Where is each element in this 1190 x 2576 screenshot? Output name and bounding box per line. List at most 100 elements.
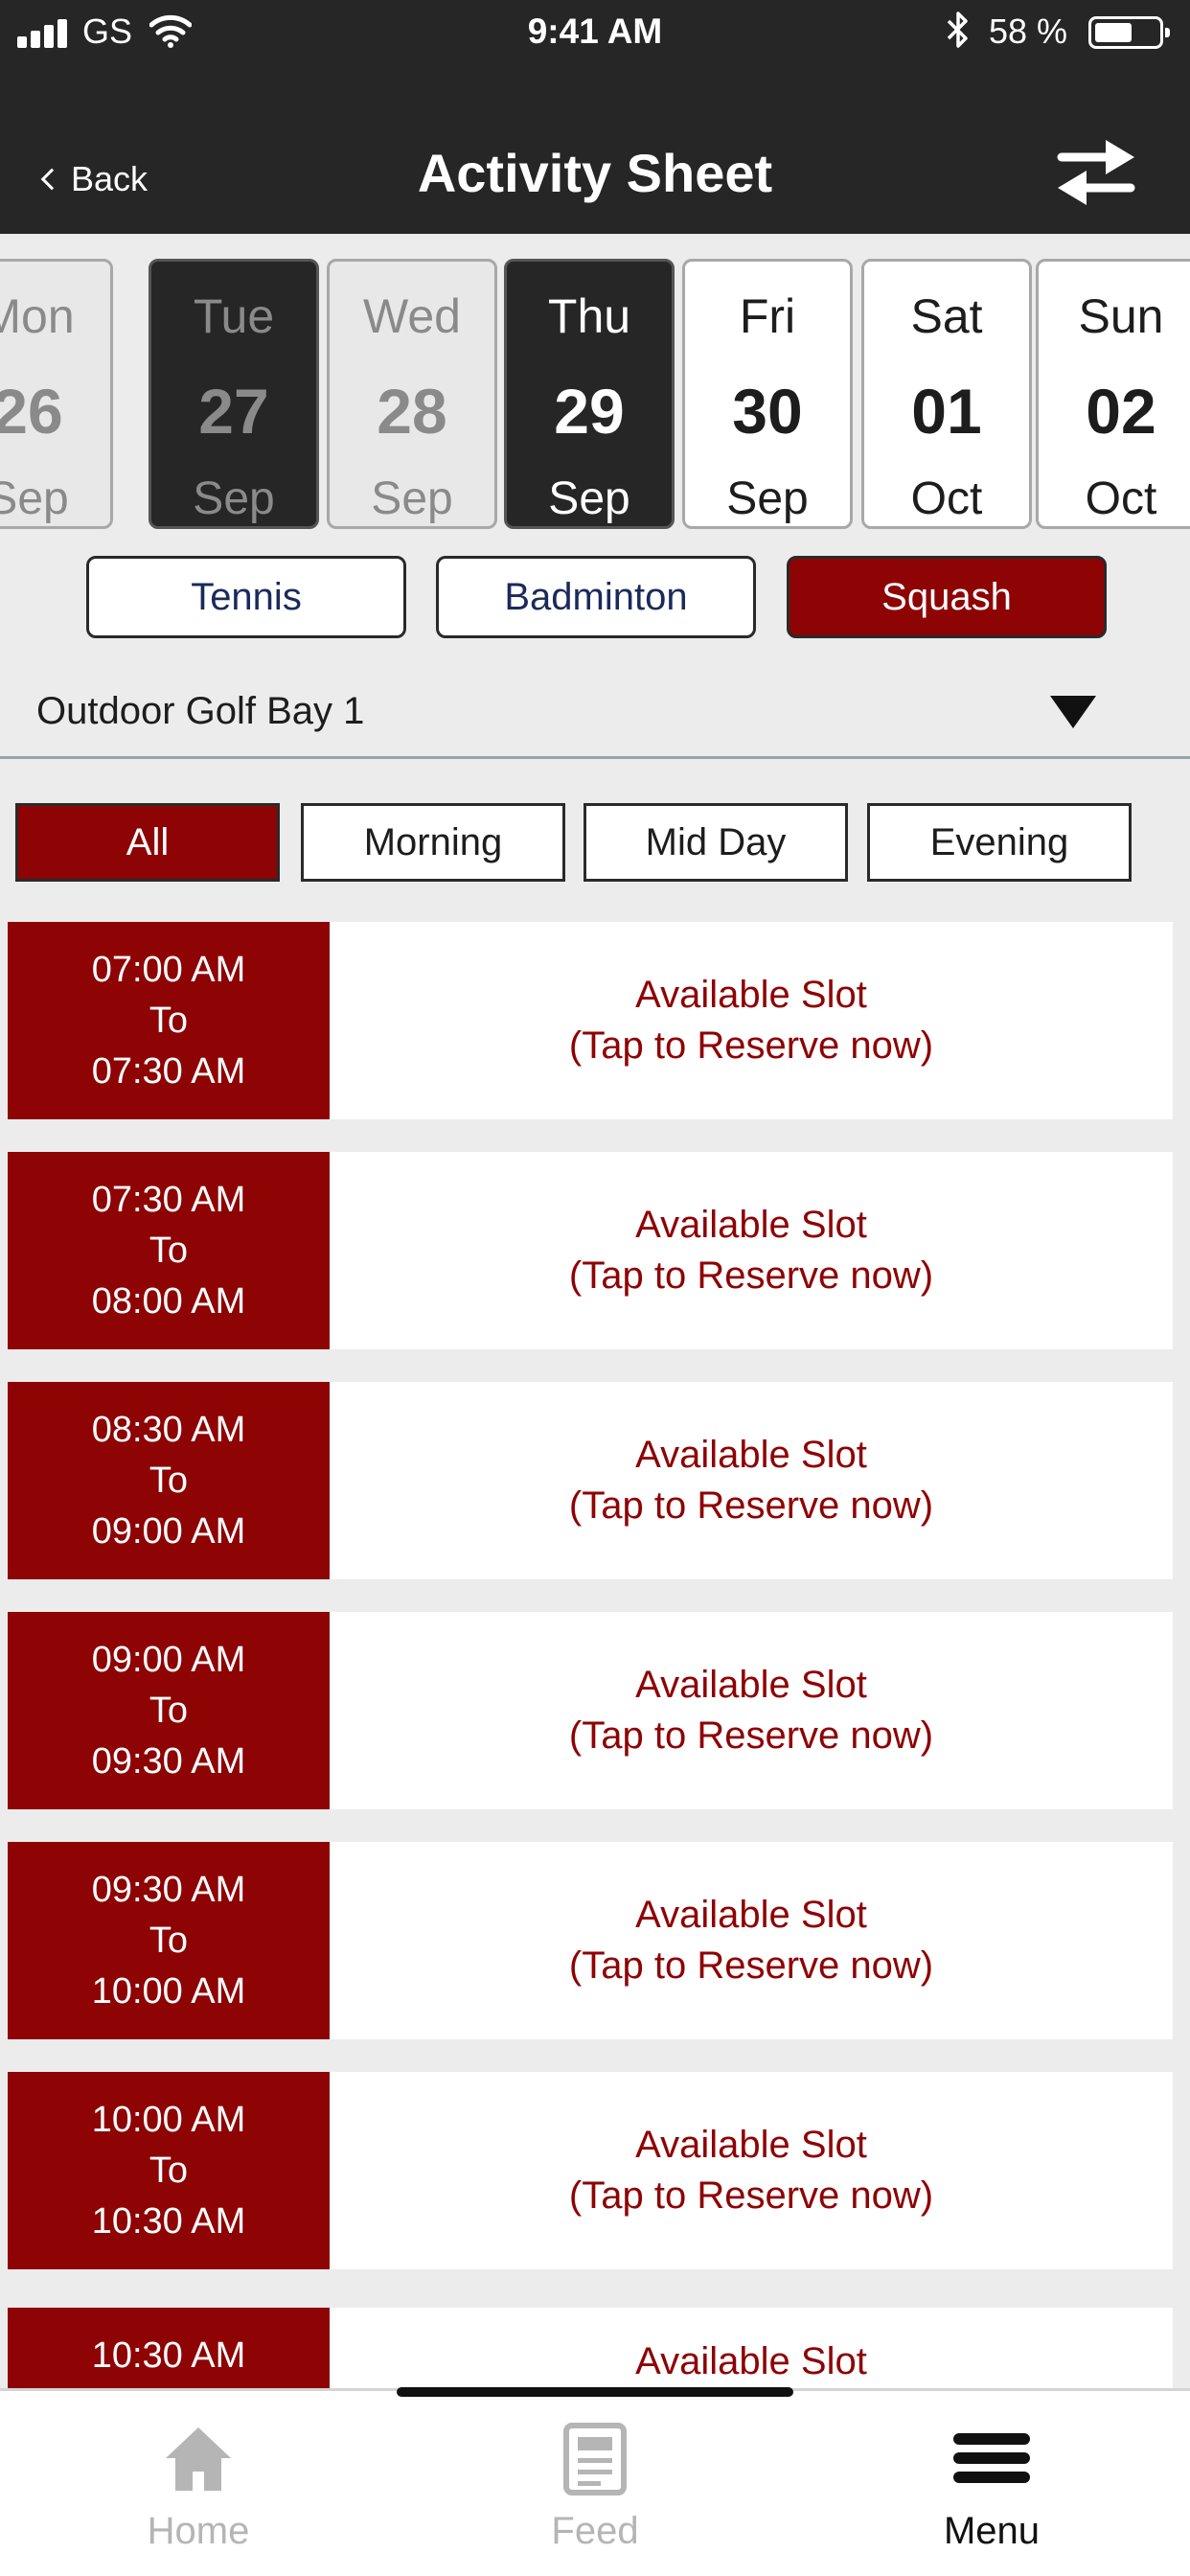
slot-time: 09:30 AM To 10:00 AM [8, 1842, 330, 2039]
slot-action-label: (Tap to Reserve now) [568, 1484, 934, 1527]
slot-to: To [149, 1690, 189, 1731]
day-month: Sep [0, 473, 69, 524]
slot-start: 10:30 AM [91, 2335, 246, 2376]
slot-to: To [149, 1460, 189, 1501]
day-month: Sep [193, 473, 275, 524]
slot-status-label: Available Slot [635, 974, 867, 1016]
day-card-selected[interactable]: Thu 29 Sep [504, 259, 675, 529]
activity-tab-squash[interactable]: Squash [787, 556, 1107, 638]
day-number: 29 [554, 376, 625, 447]
slot-row[interactable]: 10:30 AM Available Slot [8, 2308, 1173, 2388]
slot-status: Available Slot (Tap to Reserve now) [330, 970, 1173, 1071]
day-number: 26 [0, 376, 63, 447]
slot-status-label: Available Slot [635, 1204, 867, 1246]
slot-end: 08:00 AM [91, 1281, 246, 1322]
slot-to: To [149, 2150, 189, 2191]
dropdown-arrow-icon [1050, 696, 1096, 728]
filter-evening[interactable]: Evening [867, 803, 1132, 882]
day-card[interactable]: Wed 28 Sep [327, 259, 497, 529]
slot-end: 10:00 AM [91, 1971, 246, 2012]
day-month: Sep [726, 473, 809, 524]
filter-all[interactable]: All [15, 803, 280, 882]
day-card[interactable]: Sun 02 Oct [1036, 259, 1190, 529]
day-card[interactable]: Tue 27 Sep [149, 259, 319, 529]
slot-status-label: Available Slot [635, 1434, 867, 1476]
slot-end: 10:30 AM [91, 2201, 246, 2242]
slot-start: 09:30 AM [91, 1870, 246, 1910]
slot-time: 08:30 AM To 09:00 AM [8, 1382, 330, 1579]
day-number: 30 [732, 376, 803, 447]
slot-action-label: (Tap to Reserve now) [568, 1714, 934, 1757]
slot-start: 10:00 AM [91, 2100, 246, 2140]
slot-time: 10:00 AM To 10:30 AM [8, 2072, 330, 2269]
slot-action-label: (Tap to Reserve now) [568, 1944, 934, 1987]
slot-end: 09:00 AM [91, 1511, 246, 1552]
day-number: 01 [911, 376, 982, 447]
top-header: GS 9:41 AM 58 % Back Activity Sheet [0, 0, 1190, 234]
page-title: Activity Sheet [417, 143, 773, 203]
swap-arrows-icon[interactable] [1046, 134, 1146, 211]
slot-to: To [149, 1920, 189, 1961]
home-indicator [397, 2387, 793, 2397]
slot-row[interactable]: 07:30 AM To 08:00 AM Available Slot (Tap… [8, 1152, 1173, 1349]
battery-icon [1088, 16, 1170, 49]
slot-action-label: (Tap to Reserve now) [568, 2174, 934, 2217]
tab-label: Feed [551, 2510, 639, 2552]
slot-status: Available Slot [330, 2336, 1173, 2388]
slot-action-label: (Tap to Reserve now) [568, 1254, 934, 1297]
tab-feed[interactable]: Feed [397, 2420, 793, 2564]
slot-start: 07:30 AM [91, 1180, 246, 1220]
slot-start: 07:00 AM [91, 950, 246, 990]
slot-to [8, 2381, 330, 2388]
tab-menu[interactable]: Menu [793, 2420, 1190, 2564]
slot-time: 09:00 AM To 09:30 AM [8, 1612, 330, 1809]
tab-label: Menu [943, 2510, 1041, 2552]
slot-to: To [149, 1000, 189, 1041]
slot-status: Available Slot (Tap to Reserve now) [330, 1430, 1173, 1531]
day-card[interactable]: Mon 26 Sep [0, 259, 113, 529]
venue-dropdown[interactable]: Outdoor Golf Bay 1 [0, 671, 1190, 759]
day-card[interactable]: Sat 01 Oct [861, 259, 1032, 529]
day-name: Mon [0, 289, 75, 343]
battery-percent: 58 % [989, 12, 1068, 51]
bottom-tab-bar: Home Feed Menu [0, 2388, 1190, 2576]
slot-status: Available Slot (Tap to Reserve now) [330, 1200, 1173, 1301]
slot-time: 07:30 AM To 08:00 AM [8, 1152, 330, 1349]
slot-status: Available Slot (Tap to Reserve now) [330, 2120, 1173, 2221]
day-name: Thu [547, 289, 631, 343]
slot-row[interactable]: 08:30 AM To 09:00 AM Available Slot (Tap… [8, 1382, 1173, 1579]
slot-row[interactable]: 07:00 AM To 07:30 AM Available Slot (Tap… [8, 922, 1173, 1119]
day-month: Oct [910, 473, 983, 524]
day-number: 28 [377, 376, 447, 447]
day-name: Sun [1078, 289, 1164, 343]
slot-end: 09:30 AM [91, 1741, 246, 1782]
day-name: Tue [193, 289, 275, 343]
tab-home[interactable]: Home [0, 2420, 397, 2564]
slot-time: 10:30 AM [8, 2308, 330, 2388]
venue-selected-label: Outdoor Golf Bay 1 [36, 690, 365, 732]
slot-status-label: Available Slot [635, 1894, 867, 1936]
day-name: Fri [739, 289, 796, 343]
day-month: Oct [1085, 473, 1157, 524]
home-icon [166, 2427, 231, 2491]
date-strip: Mon 26 Sep Tue 27 Sep Wed 28 Sep Thu 29 … [0, 255, 1190, 533]
activity-tab-tennis[interactable]: Tennis [86, 556, 406, 638]
slot-row[interactable]: 09:30 AM To 10:00 AM Available Slot (Tap… [8, 1842, 1173, 2039]
day-card[interactable]: Fri 30 Sep [682, 259, 853, 529]
slot-row[interactable]: 09:00 AM To 09:30 AM Available Slot (Tap… [8, 1612, 1173, 1809]
day-month: Sep [371, 473, 453, 524]
bluetooth-icon [947, 12, 968, 48]
slot-start: 08:30 AM [91, 1410, 246, 1450]
tab-label: Home [147, 2510, 250, 2552]
slot-action-label: (Tap to Reserve now) [568, 1024, 934, 1067]
slot-status-label: Available Slot [635, 2340, 867, 2382]
filter-mid-day[interactable]: Mid Day [584, 803, 848, 882]
day-number: 02 [1086, 376, 1156, 447]
slot-row[interactable]: 10:00 AM To 10:30 AM Available Slot (Tap… [8, 2072, 1173, 2269]
slot-list: 07:00 AM To 07:30 AM Available Slot (Tap… [0, 922, 1190, 2388]
filter-morning[interactable]: Morning [301, 803, 565, 882]
slot-start: 09:00 AM [91, 1640, 246, 1680]
activity-tab-badminton[interactable]: Badminton [436, 556, 756, 638]
menu-icon [953, 2433, 1030, 2483]
day-name: Wed [363, 289, 461, 343]
